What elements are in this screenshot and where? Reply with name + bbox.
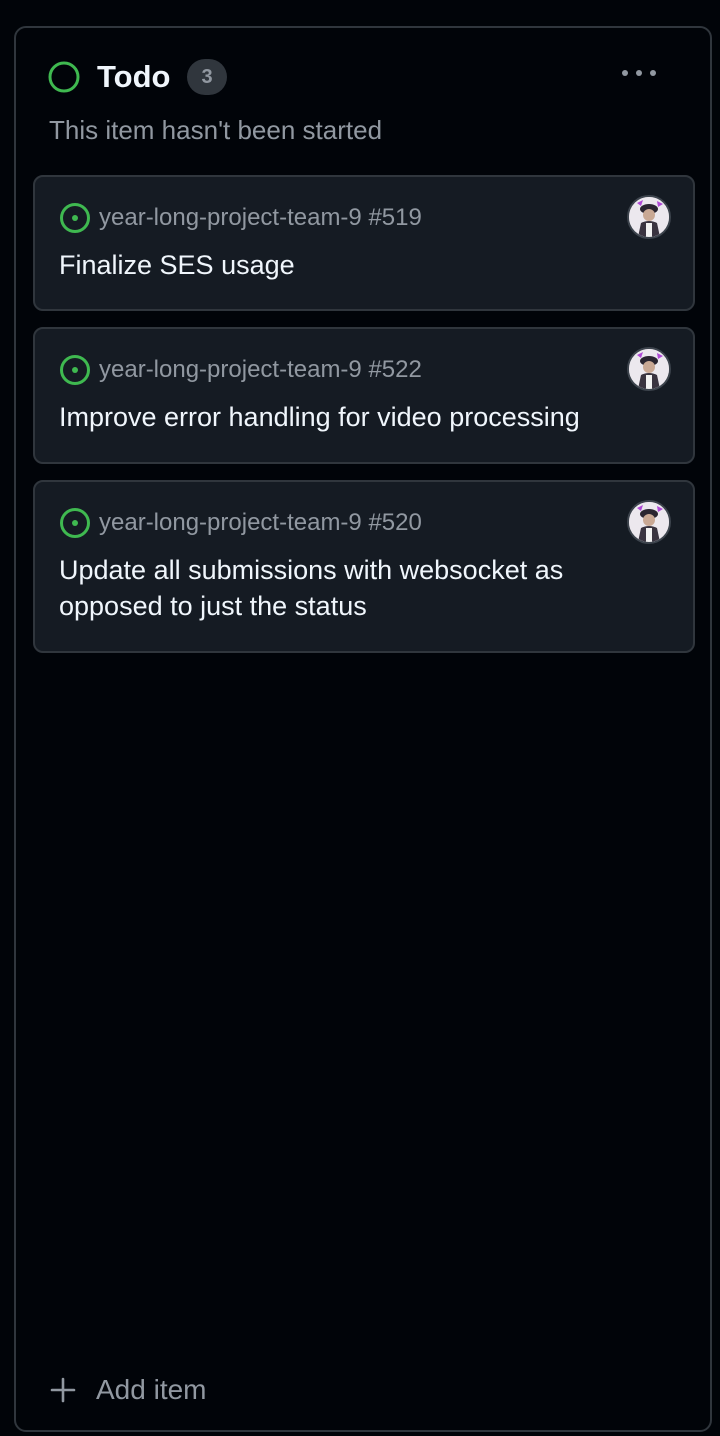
- issue-open-icon: [60, 355, 90, 385]
- avatar-image: [629, 502, 669, 542]
- issue-card[interactable]: year-long-project-team-9 #522 Improve er…: [33, 327, 695, 464]
- issue-repo-number[interactable]: year-long-project-team-9 #519: [99, 203, 422, 233]
- issue-open-icon: [60, 203, 90, 233]
- issue-title[interactable]: Improve error handling for video process…: [59, 399, 659, 435]
- column-title: Todo: [97, 59, 171, 94]
- plus-icon: [50, 1377, 76, 1403]
- board-column-todo: Todo 3 This item hasn't been started yea…: [14, 26, 712, 1432]
- column-menu-button[interactable]: [612, 56, 666, 90]
- card-meta: year-long-project-team-9 #520: [59, 506, 422, 540]
- card-meta: year-long-project-team-9 #522: [59, 353, 422, 387]
- status-circle-icon: [48, 61, 80, 93]
- avatar-image: [629, 349, 669, 389]
- add-item-label: Add item: [96, 1374, 207, 1405]
- issue-repo-number[interactable]: year-long-project-team-9 #520: [99, 508, 422, 538]
- issue-card[interactable]: year-long-project-team-9 #519 Finalize S…: [33, 175, 695, 311]
- item-count-badge: 3: [187, 59, 227, 95]
- column-description: This item hasn't been started: [49, 115, 383, 145]
- assignee-avatar[interactable]: [627, 500, 671, 544]
- card-meta: year-long-project-team-9 #519: [59, 201, 422, 235]
- issue-repo-number[interactable]: year-long-project-team-9 #522: [99, 355, 422, 385]
- avatar-image: [629, 197, 669, 237]
- issue-card[interactable]: year-long-project-team-9 #520 Update all…: [33, 480, 695, 653]
- assignee-avatar[interactable]: [627, 195, 671, 239]
- issue-open-icon: [60, 508, 90, 538]
- issue-title[interactable]: Finalize SES usage: [59, 247, 659, 283]
- column-header: Todo 3 This item hasn't been started: [16, 28, 710, 158]
- issue-title[interactable]: Update all submissions with websocket as…: [59, 552, 659, 624]
- add-item-button[interactable]: Add item: [50, 1368, 207, 1412]
- assignee-avatar[interactable]: [627, 347, 671, 391]
- kebab-horizontal-icon: [622, 70, 656, 76]
